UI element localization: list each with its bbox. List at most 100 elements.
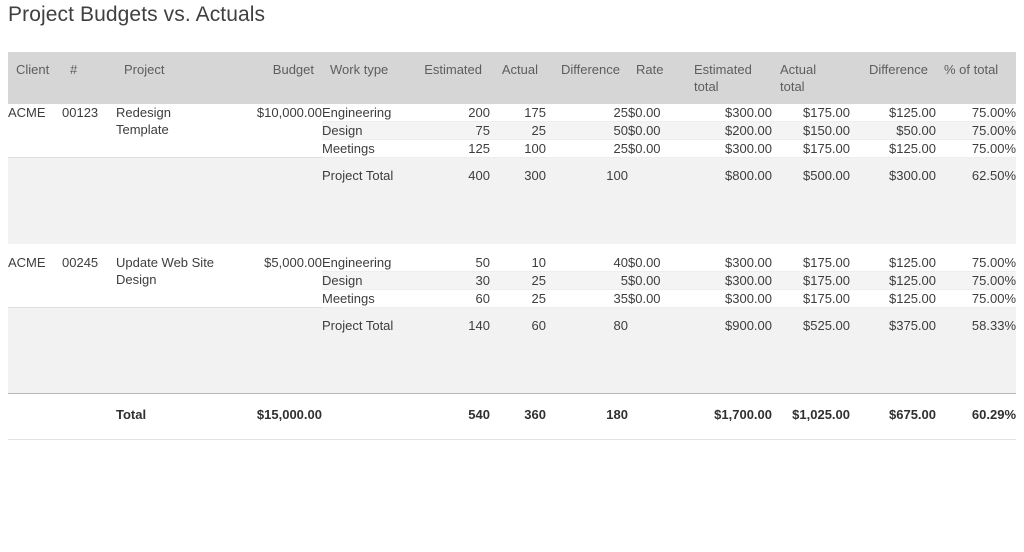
cell-actual: 25 [490, 289, 546, 308]
project-total-row: Project Total 400 300 100 $800.00 $500.0… [8, 157, 1016, 244]
cell-subtotal-percent-total: 58.33% [936, 306, 1016, 393]
cell-difference-total: $125.00 [850, 104, 936, 122]
cell-subtotal-rate [628, 306, 686, 393]
cell-estimated: 125 [412, 139, 490, 158]
cell-difference-total: $125.00 [850, 271, 936, 290]
cell-grand-total-label: Total [116, 392, 226, 440]
cell-project-empty [116, 306, 226, 393]
cell-grand-actual: 360 [490, 392, 546, 440]
cell-estimated: 60 [412, 289, 490, 308]
cell-estimated-total: $300.00 [686, 253, 772, 272]
cell-subtotal-estimated: 400 [412, 157, 490, 244]
column-header-number[interactable]: # [62, 52, 116, 104]
project-total-row: Project Total 140 60 80 $900.00 $525.00 … [8, 306, 1016, 393]
cell-grand-percent-total: 60.29% [936, 392, 1016, 440]
cell-subtotal-estimated: 140 [412, 306, 490, 393]
cell-difference: 25 [546, 104, 628, 122]
column-header-client[interactable]: Client [8, 52, 62, 104]
column-header-project[interactable]: Project [116, 52, 226, 104]
cell-subtotal-difference-total: $375.00 [850, 306, 936, 393]
report-table-container: Client # Project Budget Work type Estima… [8, 52, 1016, 440]
cell-actual-total: $175.00 [772, 139, 850, 158]
cell-grand-estimated-total: $1,700.00 [686, 392, 772, 440]
cell-difference: 50 [546, 121, 628, 140]
cell-grand-difference: 180 [546, 392, 628, 440]
cell-difference-total: $50.00 [850, 121, 936, 140]
column-header-work-type[interactable]: Work type [322, 52, 412, 104]
cell-grand-rate [628, 392, 686, 440]
cell-rate: $0.00 [628, 253, 686, 272]
grand-total-row: Total $15,000.00 540 360 180 $1,700.00 $… [8, 392, 1016, 440]
cell-subtotal-label: Project Total [322, 306, 412, 393]
cell-actual: 25 [490, 121, 546, 140]
cell-estimated-total: $300.00 [686, 139, 772, 158]
cell-grand-budget: $15,000.00 [226, 392, 322, 440]
cell-project: Redesign Template [116, 104, 226, 158]
column-header-actual[interactable]: Actual [490, 52, 546, 104]
cell-actual-total: $175.00 [772, 271, 850, 290]
cell-client: ACME [8, 253, 62, 307]
group-separator-cell [8, 243, 1016, 254]
column-header-budget[interactable]: Budget [226, 52, 322, 104]
report-page: Project Budgets vs. Actuals Client # Pro… [0, 0, 1024, 552]
column-header-difference-total[interactable]: Difference [850, 52, 936, 104]
table-body: ACME 00123 Redesign Template $10,000.00 … [8, 104, 1016, 440]
cell-number-empty [62, 157, 116, 244]
cell-number: 00123 [62, 104, 116, 158]
column-header-percent-total[interactable]: % of total [936, 52, 1016, 104]
cell-difference: 40 [546, 253, 628, 272]
column-header-rate[interactable]: Rate [628, 52, 686, 104]
cell-percent-total: 75.00% [936, 139, 1016, 158]
table-header: Client # Project Budget Work type Estima… [8, 52, 1016, 104]
page-title: Project Budgets vs. Actuals [8, 3, 266, 26]
cell-subtotal-estimated-total: $800.00 [686, 157, 772, 244]
cell-estimated-total: $300.00 [686, 104, 772, 122]
cell-work-type: Design [322, 271, 412, 290]
cell-subtotal-difference-total: $300.00 [850, 157, 936, 244]
cell-subtotal-label: Project Total [322, 157, 412, 244]
cell-work-type: Meetings [322, 289, 412, 308]
cell-estimated-total: $300.00 [686, 271, 772, 290]
cell-percent-total: 75.00% [936, 271, 1016, 290]
cell-estimated: 200 [412, 104, 490, 122]
cell-grand-work-type-empty [322, 392, 412, 440]
cell-actual-total: $175.00 [772, 289, 850, 308]
cell-estimated: 30 [412, 271, 490, 290]
cell-actual: 25 [490, 271, 546, 290]
column-header-actual-total[interactable]: Actual total [772, 52, 850, 104]
cell-difference-total: $125.00 [850, 253, 936, 272]
cell-grand-client-empty [8, 392, 62, 440]
header-row: Client # Project Budget Work type Estima… [8, 52, 1016, 104]
cell-estimated-total: $300.00 [686, 289, 772, 308]
cell-rate: $0.00 [628, 139, 686, 158]
column-header-difference[interactable]: Difference [546, 52, 628, 104]
column-header-estimated[interactable]: Estimated [412, 52, 490, 104]
table-row[interactable]: ACME 00245 Update Web Site Design $5,000… [8, 253, 1016, 307]
cell-budget-empty [226, 306, 322, 393]
cell-subtotal-rate [628, 157, 686, 244]
cell-subtotal-actual-total: $500.00 [772, 157, 850, 244]
cell-estimated-total: $200.00 [686, 121, 772, 140]
cell-budget: $5,000.00 [226, 253, 322, 307]
cell-rate: $0.00 [628, 121, 686, 140]
column-header-estimated-total[interactable]: Estimated total [686, 52, 772, 104]
cell-subtotal-actual: 300 [490, 157, 546, 244]
cell-subtotal-estimated-total: $900.00 [686, 306, 772, 393]
cell-subtotal-difference: 100 [546, 157, 628, 244]
cell-rate: $0.00 [628, 271, 686, 290]
table-row[interactable]: ACME 00123 Redesign Template $10,000.00 … [8, 104, 1016, 158]
cell-difference: 35 [546, 289, 628, 308]
cell-subtotal-percent-total: 62.50% [936, 157, 1016, 244]
cell-work-type: Engineering [322, 104, 412, 122]
cell-percent-total: 75.00% [936, 104, 1016, 122]
cell-client: ACME [8, 104, 62, 158]
cell-actual-total: $175.00 [772, 104, 850, 122]
cell-work-type: Engineering [322, 253, 412, 272]
cell-subtotal-difference: 80 [546, 306, 628, 393]
cell-difference: 5 [546, 271, 628, 290]
cell-grand-difference-total: $675.00 [850, 392, 936, 440]
cell-difference-total: $125.00 [850, 139, 936, 158]
cell-budget: $10,000.00 [226, 104, 322, 158]
cell-difference-total: $125.00 [850, 289, 936, 308]
cell-estimated: 75 [412, 121, 490, 140]
